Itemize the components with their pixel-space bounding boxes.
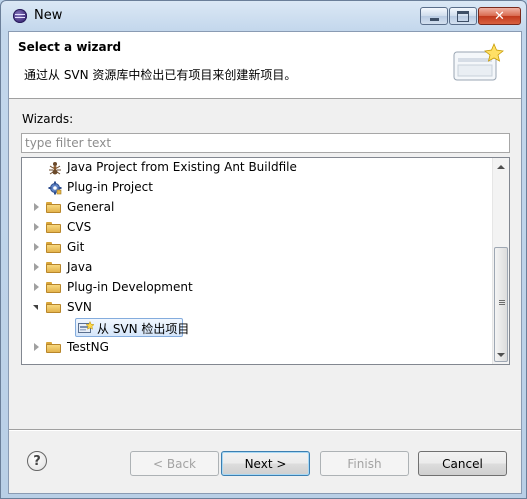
title-bar[interactable]: New ✕	[1, 1, 526, 31]
wizard-header: Select a wizard 通过从 SVN 资源库中检出已有项目来创建新项目…	[9, 32, 521, 99]
svn-checkout-icon	[78, 321, 94, 333]
folder-open-icon	[46, 302, 61, 313]
tree-item-java[interactable]: Java	[22, 258, 492, 278]
tree-item-label: SVN	[67, 300, 92, 314]
tree-item-label: Java Project from Existing Ant Buildfile	[67, 160, 297, 174]
wizard-description: 通过从 SVN 资源库中检出已有项目来创建新项目。	[24, 68, 297, 82]
tree-item-general[interactable]: General	[22, 198, 492, 218]
expand-arrow-icon[interactable]	[34, 283, 39, 291]
minimize-button[interactable]	[420, 7, 448, 25]
cancel-button[interactable]: Cancel	[418, 451, 507, 476]
tree-item-svn[interactable]: SVN	[22, 298, 492, 318]
wizard-title: Select a wizard	[18, 40, 122, 54]
plugin-project-icon	[48, 181, 62, 195]
wizard-banner-icon	[453, 42, 504, 81]
tree-item-label: Plug-in Development	[67, 280, 193, 294]
tree-item-label: TestNG	[67, 340, 109, 354]
tree-item-label: Git	[67, 240, 85, 254]
scrollbar-thumb[interactable]	[494, 247, 508, 362]
tree-item-svn-checkout[interactable]: 从 SVN 检出项目	[22, 318, 492, 338]
tree-item-label: CVS	[67, 220, 92, 234]
wizards-label: Wizards:	[22, 112, 74, 126]
back-button[interactable]: < Back	[130, 451, 219, 476]
expand-arrow-icon[interactable]	[34, 223, 39, 231]
folder-icon	[46, 342, 61, 353]
tree-item-git[interactable]: Git	[22, 238, 492, 258]
dialog-client-area: Select a wizard 通过从 SVN 资源库中检出已有项目来创建新项目…	[8, 31, 522, 494]
folder-icon	[46, 242, 61, 253]
tree-item-plugin-project[interactable]: Plug-in Project	[22, 178, 492, 198]
folder-icon	[46, 222, 61, 233]
tree-item-testng[interactable]: TestNG	[22, 338, 492, 358]
filter-input[interactable]	[21, 133, 510, 153]
tree-item-label: Java	[67, 260, 93, 274]
tree-item-label: Plug-in Project	[67, 180, 153, 194]
scroll-down-arrow-icon[interactable]	[497, 353, 505, 357]
vertical-scrollbar[interactable]	[492, 158, 509, 364]
tree-item-cvs[interactable]: CVS	[22, 218, 492, 238]
tree-item-label: General	[67, 200, 115, 214]
minimize-icon	[429, 17, 439, 21]
expand-arrow-icon[interactable]	[34, 203, 39, 211]
folder-icon	[46, 262, 61, 273]
expand-arrow-icon[interactable]	[34, 243, 39, 251]
maximize-button[interactable]	[449, 7, 477, 25]
maximize-icon	[457, 10, 469, 22]
button-bar-separator	[9, 429, 521, 430]
collapse-arrow-icon[interactable]	[33, 305, 38, 310]
folder-icon	[46, 202, 61, 213]
tree-item-ant-project[interactable]: Java Project from Existing Ant Buildfile	[22, 158, 492, 178]
expand-arrow-icon[interactable]	[34, 343, 39, 351]
close-icon: ✕	[494, 8, 505, 24]
tree-item-label: 从 SVN 检出项目	[97, 322, 190, 336]
tree-item-plugin-development[interactable]: Plug-in Development	[22, 278, 492, 298]
scroll-up-arrow-icon[interactable]	[497, 165, 505, 169]
window-title: New	[34, 8, 63, 23]
expand-arrow-icon[interactable]	[34, 263, 39, 271]
eclipse-icon	[13, 9, 27, 23]
close-button[interactable]: ✕	[478, 7, 521, 25]
new-wizard-window: New ✕ Select a wizard 通过从 SVN 资源库中检出已有项目…	[0, 0, 527, 499]
ant-icon	[49, 162, 61, 175]
wizard-tree[interactable]: Java Project from Existing Ant Buildfile…	[21, 157, 510, 365]
help-icon: ?	[33, 453, 41, 469]
next-button[interactable]: Next >	[221, 451, 310, 476]
finish-button[interactable]: Finish	[320, 451, 409, 476]
grip-icon	[499, 300, 505, 301]
folder-icon	[46, 282, 61, 293]
help-button[interactable]: ?	[27, 451, 47, 471]
